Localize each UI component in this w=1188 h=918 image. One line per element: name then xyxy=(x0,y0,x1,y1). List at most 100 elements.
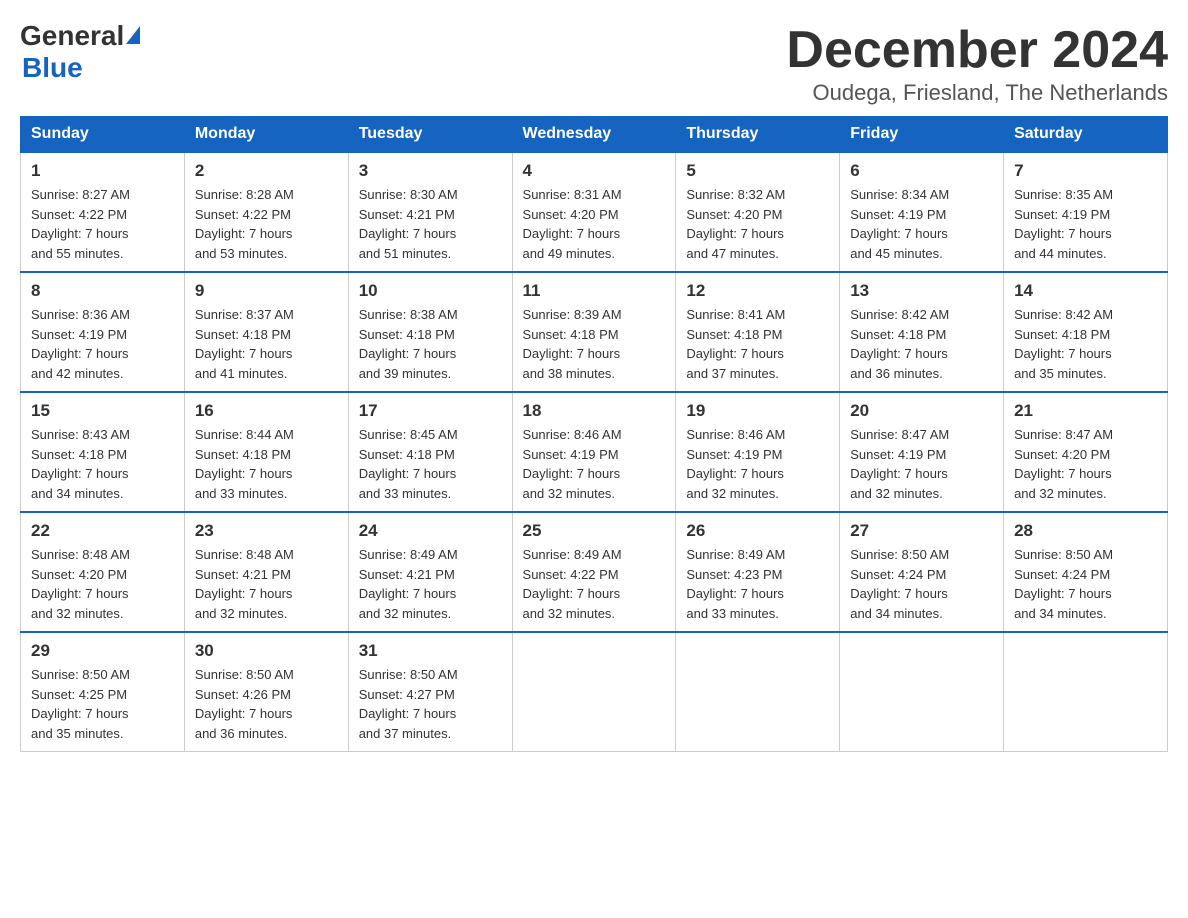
day-info: Sunrise: 8:32 AM Sunset: 4:20 PM Dayligh… xyxy=(686,185,829,263)
calendar-cell: 9 Sunrise: 8:37 AM Sunset: 4:18 PM Dayli… xyxy=(184,272,348,392)
day-info: Sunrise: 8:50 AM Sunset: 4:25 PM Dayligh… xyxy=(31,665,174,743)
day-info: Sunrise: 8:47 AM Sunset: 4:19 PM Dayligh… xyxy=(850,425,993,503)
calendar-week-row: 15 Sunrise: 8:43 AM Sunset: 4:18 PM Dayl… xyxy=(21,392,1168,512)
calendar-cell: 19 Sunrise: 8:46 AM Sunset: 4:19 PM Dayl… xyxy=(676,392,840,512)
day-number: 19 xyxy=(686,401,829,421)
calendar-cell: 5 Sunrise: 8:32 AM Sunset: 4:20 PM Dayli… xyxy=(676,152,840,272)
calendar-week-row: 1 Sunrise: 8:27 AM Sunset: 4:22 PM Dayli… xyxy=(21,152,1168,272)
day-info: Sunrise: 8:49 AM Sunset: 4:23 PM Dayligh… xyxy=(686,545,829,623)
day-number: 21 xyxy=(1014,401,1157,421)
day-info: Sunrise: 8:48 AM Sunset: 4:21 PM Dayligh… xyxy=(195,545,338,623)
day-number: 26 xyxy=(686,521,829,541)
header-saturday: Saturday xyxy=(1004,117,1168,153)
day-number: 29 xyxy=(31,641,174,661)
day-number: 6 xyxy=(850,161,993,181)
day-number: 18 xyxy=(523,401,666,421)
day-info: Sunrise: 8:49 AM Sunset: 4:22 PM Dayligh… xyxy=(523,545,666,623)
calendar-cell: 25 Sunrise: 8:49 AM Sunset: 4:22 PM Dayl… xyxy=(512,512,676,632)
logo-triangle-icon xyxy=(126,26,140,44)
calendar-cell: 29 Sunrise: 8:50 AM Sunset: 4:25 PM Dayl… xyxy=(21,632,185,752)
day-number: 4 xyxy=(523,161,666,181)
day-number: 3 xyxy=(359,161,502,181)
day-info: Sunrise: 8:34 AM Sunset: 4:19 PM Dayligh… xyxy=(850,185,993,263)
day-info: Sunrise: 8:28 AM Sunset: 4:22 PM Dayligh… xyxy=(195,185,338,263)
calendar-cell: 2 Sunrise: 8:28 AM Sunset: 4:22 PM Dayli… xyxy=(184,152,348,272)
calendar-cell xyxy=(512,632,676,752)
calendar-cell: 20 Sunrise: 8:47 AM Sunset: 4:19 PM Dayl… xyxy=(840,392,1004,512)
day-number: 12 xyxy=(686,281,829,301)
calendar-cell: 4 Sunrise: 8:31 AM Sunset: 4:20 PM Dayli… xyxy=(512,152,676,272)
calendar-cell: 27 Sunrise: 8:50 AM Sunset: 4:24 PM Dayl… xyxy=(840,512,1004,632)
day-info: Sunrise: 8:49 AM Sunset: 4:21 PM Dayligh… xyxy=(359,545,502,623)
day-info: Sunrise: 8:50 AM Sunset: 4:24 PM Dayligh… xyxy=(1014,545,1157,623)
calendar-cell: 13 Sunrise: 8:42 AM Sunset: 4:18 PM Dayl… xyxy=(840,272,1004,392)
calendar-body: 1 Sunrise: 8:27 AM Sunset: 4:22 PM Dayli… xyxy=(21,152,1168,752)
calendar-cell: 23 Sunrise: 8:48 AM Sunset: 4:21 PM Dayl… xyxy=(184,512,348,632)
day-info: Sunrise: 8:36 AM Sunset: 4:19 PM Dayligh… xyxy=(31,305,174,383)
calendar-cell: 14 Sunrise: 8:42 AM Sunset: 4:18 PM Dayl… xyxy=(1004,272,1168,392)
day-number: 20 xyxy=(850,401,993,421)
day-number: 14 xyxy=(1014,281,1157,301)
calendar-cell: 7 Sunrise: 8:35 AM Sunset: 4:19 PM Dayli… xyxy=(1004,152,1168,272)
day-info: Sunrise: 8:38 AM Sunset: 4:18 PM Dayligh… xyxy=(359,305,502,383)
page-title: December 2024 xyxy=(786,20,1168,80)
day-number: 30 xyxy=(195,641,338,661)
calendar-cell: 16 Sunrise: 8:44 AM Sunset: 4:18 PM Dayl… xyxy=(184,392,348,512)
day-number: 23 xyxy=(195,521,338,541)
calendar-cell: 11 Sunrise: 8:39 AM Sunset: 4:18 PM Dayl… xyxy=(512,272,676,392)
day-number: 22 xyxy=(31,521,174,541)
header-thursday: Thursday xyxy=(676,117,840,153)
day-number: 8 xyxy=(31,281,174,301)
logo: General Blue xyxy=(20,20,140,84)
calendar-week-row: 22 Sunrise: 8:48 AM Sunset: 4:20 PM Dayl… xyxy=(21,512,1168,632)
calendar-cell: 12 Sunrise: 8:41 AM Sunset: 4:18 PM Dayl… xyxy=(676,272,840,392)
calendar-cell: 17 Sunrise: 8:45 AM Sunset: 4:18 PM Dayl… xyxy=(348,392,512,512)
calendar-table: Sunday Monday Tuesday Wednesday Thursday… xyxy=(20,116,1168,752)
day-number: 2 xyxy=(195,161,338,181)
day-info: Sunrise: 8:50 AM Sunset: 4:27 PM Dayligh… xyxy=(359,665,502,743)
logo-text: General xyxy=(20,20,140,52)
day-info: Sunrise: 8:45 AM Sunset: 4:18 PM Dayligh… xyxy=(359,425,502,503)
day-info: Sunrise: 8:27 AM Sunset: 4:22 PM Dayligh… xyxy=(31,185,174,263)
day-number: 17 xyxy=(359,401,502,421)
day-info: Sunrise: 8:46 AM Sunset: 4:19 PM Dayligh… xyxy=(686,425,829,503)
day-number: 11 xyxy=(523,281,666,301)
day-info: Sunrise: 8:42 AM Sunset: 4:18 PM Dayligh… xyxy=(1014,305,1157,383)
calendar-week-row: 8 Sunrise: 8:36 AM Sunset: 4:19 PM Dayli… xyxy=(21,272,1168,392)
day-number: 15 xyxy=(31,401,174,421)
logo-blue-text: Blue xyxy=(22,52,83,84)
calendar-cell xyxy=(840,632,1004,752)
calendar-header: Sunday Monday Tuesday Wednesday Thursday… xyxy=(21,117,1168,153)
day-info: Sunrise: 8:39 AM Sunset: 4:18 PM Dayligh… xyxy=(523,305,666,383)
calendar-cell: 1 Sunrise: 8:27 AM Sunset: 4:22 PM Dayli… xyxy=(21,152,185,272)
calendar-cell xyxy=(676,632,840,752)
calendar-cell: 10 Sunrise: 8:38 AM Sunset: 4:18 PM Dayl… xyxy=(348,272,512,392)
day-number: 9 xyxy=(195,281,338,301)
header-friday: Friday xyxy=(840,117,1004,153)
header-tuesday: Tuesday xyxy=(348,117,512,153)
calendar-cell: 6 Sunrise: 8:34 AM Sunset: 4:19 PM Dayli… xyxy=(840,152,1004,272)
day-info: Sunrise: 8:37 AM Sunset: 4:18 PM Dayligh… xyxy=(195,305,338,383)
header-row: Sunday Monday Tuesday Wednesday Thursday… xyxy=(21,117,1168,153)
calendar-cell: 26 Sunrise: 8:49 AM Sunset: 4:23 PM Dayl… xyxy=(676,512,840,632)
calendar-cell: 28 Sunrise: 8:50 AM Sunset: 4:24 PM Dayl… xyxy=(1004,512,1168,632)
page-header: General Blue December 2024 Oudega, Fries… xyxy=(20,20,1168,106)
day-number: 13 xyxy=(850,281,993,301)
day-info: Sunrise: 8:50 AM Sunset: 4:24 PM Dayligh… xyxy=(850,545,993,623)
day-number: 25 xyxy=(523,521,666,541)
calendar-cell: 31 Sunrise: 8:50 AM Sunset: 4:27 PM Dayl… xyxy=(348,632,512,752)
page-subtitle: Oudega, Friesland, The Netherlands xyxy=(786,80,1168,106)
day-info: Sunrise: 8:31 AM Sunset: 4:20 PM Dayligh… xyxy=(523,185,666,263)
day-info: Sunrise: 8:44 AM Sunset: 4:18 PM Dayligh… xyxy=(195,425,338,503)
header-wednesday: Wednesday xyxy=(512,117,676,153)
day-number: 7 xyxy=(1014,161,1157,181)
day-info: Sunrise: 8:46 AM Sunset: 4:19 PM Dayligh… xyxy=(523,425,666,503)
day-number: 27 xyxy=(850,521,993,541)
calendar-cell: 15 Sunrise: 8:43 AM Sunset: 4:18 PM Dayl… xyxy=(21,392,185,512)
calendar-cell xyxy=(1004,632,1168,752)
calendar-cell: 8 Sunrise: 8:36 AM Sunset: 4:19 PM Dayli… xyxy=(21,272,185,392)
day-info: Sunrise: 8:47 AM Sunset: 4:20 PM Dayligh… xyxy=(1014,425,1157,503)
day-number: 16 xyxy=(195,401,338,421)
calendar-cell: 24 Sunrise: 8:49 AM Sunset: 4:21 PM Dayl… xyxy=(348,512,512,632)
day-number: 31 xyxy=(359,641,502,661)
